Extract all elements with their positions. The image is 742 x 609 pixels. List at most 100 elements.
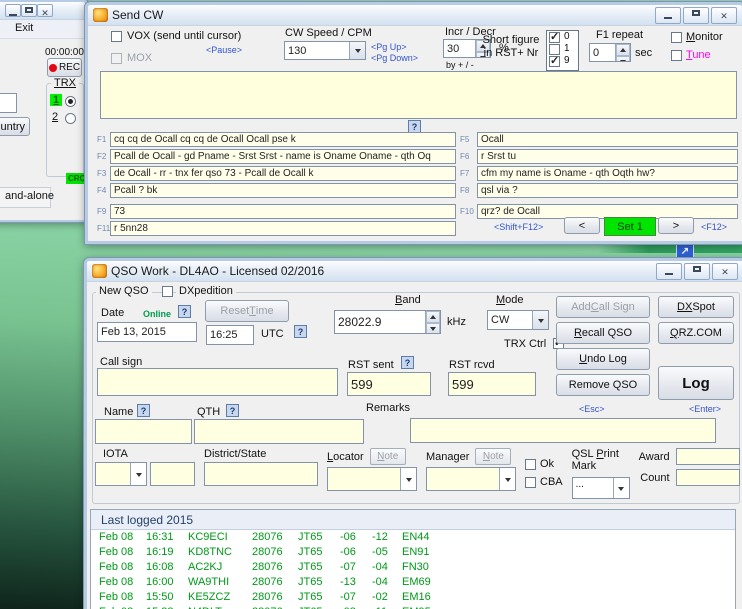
cw-macro-input-f4[interactable]: Pcall ? bk [110, 183, 456, 198]
qso-work-title: QSO Work - DL4AO - Licensed 02/2016 [111, 264, 324, 278]
dxpedition-checkbox[interactable] [162, 286, 173, 297]
rst-rcvd-input[interactable]: 599 [448, 372, 536, 396]
help-button[interactable]: ? [226, 404, 239, 417]
send-cw-titlebar[interactable]: Send CW [88, 5, 742, 26]
mode-combo[interactable]: CW [487, 310, 549, 330]
rec-button[interactable]: REC [47, 58, 82, 77]
ok-checkbox[interactable] [525, 459, 536, 470]
locator-combo[interactable] [327, 467, 417, 491]
dx-spot-button[interactable]: DX Spot [658, 296, 734, 318]
log-button[interactable]: Log [658, 366, 734, 400]
shift-f12-link[interactable]: <Shift+F12> [494, 222, 543, 232]
chevron-down-icon[interactable] [613, 478, 629, 498]
log-row[interactable]: Feb 0815:38N4DLT28076JT65-08-11EM95 [91, 605, 735, 609]
cw-macro-input-f6[interactable]: r Srst tu [477, 149, 738, 164]
pause-link[interactable]: <Pause> [206, 45, 242, 55]
cw-macro-input-f1[interactable]: cq cq de Ocall cq cq de Ocall Ocall pse … [110, 132, 456, 147]
status-bar: and-alone [0, 187, 51, 208]
manager-combo[interactable] [426, 467, 516, 491]
tune-checkbox[interactable] [671, 50, 682, 61]
monitor-checkbox[interactable] [671, 32, 682, 43]
iota-combo[interactable] [95, 462, 147, 486]
locator-label: Locator [327, 451, 364, 463]
set-indicator[interactable]: Set 1 [604, 217, 656, 236]
help-button[interactable]: ? [401, 356, 414, 369]
maximize-icon[interactable] [684, 263, 710, 280]
next-set-button[interactable]: > [658, 217, 694, 234]
cw-macro-input-f9[interactable]: 73 [110, 204, 456, 219]
minimize-icon[interactable] [5, 4, 21, 17]
date-input[interactable]: Feb 13, 2015 [97, 322, 197, 342]
menu-exit[interactable]: Exit [15, 22, 33, 34]
short-figure-9-checkbox[interactable] [549, 56, 560, 67]
remove-qso-button[interactable]: Remove QSO [556, 374, 650, 396]
close-icon[interactable] [712, 263, 738, 280]
iota-ref-input[interactable] [150, 462, 195, 486]
close-icon[interactable] [37, 4, 53, 17]
log-row[interactable]: Feb 0816:00WA9THI28076JT65-13-04EM69 [91, 575, 735, 590]
f12-link[interactable]: <F12> [701, 222, 727, 232]
cw-macro-input-f7[interactable]: cfm my name is Oname - qth Oqth hw? [477, 166, 738, 181]
count-input[interactable] [676, 469, 740, 486]
minimize-icon[interactable] [655, 7, 681, 24]
chevron-down-icon[interactable] [349, 42, 365, 59]
maximize-icon[interactable] [683, 7, 709, 24]
prev-set-button[interactable]: < [564, 217, 600, 234]
trx2-radio[interactable] [65, 113, 76, 124]
maximize-icon[interactable] [21, 4, 37, 17]
remarks-input[interactable] [410, 418, 716, 443]
cw-macro-input-f11[interactable]: r 5nn28 [110, 221, 456, 236]
main-window-titlebar[interactable] [0, 2, 85, 20]
help-button[interactable]: ? [178, 305, 191, 318]
call-sign-input[interactable] [97, 368, 338, 396]
chevron-down-icon[interactable] [499, 468, 515, 490]
spin-up-icon[interactable] [616, 44, 630, 56]
cba-checkbox[interactable] [525, 477, 536, 488]
log-row[interactable]: Feb 0816:31KC9ECI28076JT65-06-12EN44 [91, 530, 735, 545]
undo-log-button[interactable]: Undo Log [556, 348, 650, 370]
cw-macro-input-f3[interactable]: de Ocall - rr - tnx fer qso 73 - Pcall d… [110, 166, 456, 181]
chevron-down-icon[interactable] [400, 468, 416, 490]
f1-repeat-spinner[interactable]: 0 [589, 43, 631, 62]
frequency-input[interactable]: 28022.9 [334, 310, 441, 334]
log-row[interactable]: Feb 0815:50KE5ZCZ28076JT65-07-02EM16 [91, 590, 735, 605]
cw-macro-input-f2[interactable]: Pcall de Ocall - gd Pname - Srst Srst - … [110, 149, 456, 164]
qth-input[interactable] [194, 419, 364, 444]
award-input[interactable] [676, 448, 740, 465]
qso-work-titlebar[interactable]: QSO Work - DL4AO - Licensed 02/2016 [87, 261, 742, 282]
short-figure-0-checkbox[interactable] [549, 32, 560, 43]
name-input[interactable] [95, 419, 192, 444]
spin-down-icon[interactable] [426, 323, 440, 334]
qsl-print-mark-combo[interactable]: ... [572, 477, 630, 499]
pgup-link[interactable]: <Pg Up> [371, 42, 407, 52]
cw-macro-input-f5[interactable]: Ocall [477, 132, 738, 147]
district-state-input[interactable] [204, 462, 318, 486]
cw-text-area[interactable] [100, 71, 737, 119]
rst-sent-label: RST sent [348, 359, 394, 371]
chevron-down-icon[interactable] [532, 311, 548, 329]
time-input[interactable]: 16:25 [206, 325, 254, 345]
cw-speed-combo[interactable]: 130 [284, 41, 366, 60]
help-button[interactable]: ? [137, 404, 150, 417]
log-row[interactable]: Feb 0816:19KD8TNC28076JT65-06-05EN91 [91, 545, 735, 560]
spin-down-icon[interactable] [616, 56, 630, 62]
country-button[interactable]: Country [0, 117, 30, 136]
vox-checkbox[interactable] [111, 31, 122, 42]
qrz-com-button[interactable]: QRZ.COM [658, 322, 734, 344]
close-icon[interactable] [711, 7, 737, 24]
spin-up-icon[interactable] [426, 311, 440, 323]
partial-field[interactable] [0, 93, 17, 113]
fkey-label: F11 [97, 224, 110, 233]
help-button[interactable]: ? [294, 325, 307, 338]
recall-qso-button[interactable]: Recall QSO [556, 322, 650, 344]
trx1-radio[interactable] [65, 96, 76, 107]
qth-label: QTH [197, 406, 220, 418]
cw-macro-input-f8[interactable]: qsl via ? [477, 183, 738, 198]
pgdown-link[interactable]: <Pg Down> [371, 53, 418, 63]
log-row[interactable]: Feb 0816:08AC2KJ28076JT65-07-04FN30 [91, 560, 735, 575]
last-logged-list[interactable]: Feb 0816:31KC9ECI28076JT65-06-12EN44 Feb… [91, 530, 735, 609]
chevron-down-icon[interactable] [130, 463, 146, 485]
short-figure-group: 0 1 9 [546, 30, 579, 71]
rst-sent-input[interactable]: 599 [347, 372, 431, 396]
minimize-icon[interactable] [656, 263, 682, 280]
